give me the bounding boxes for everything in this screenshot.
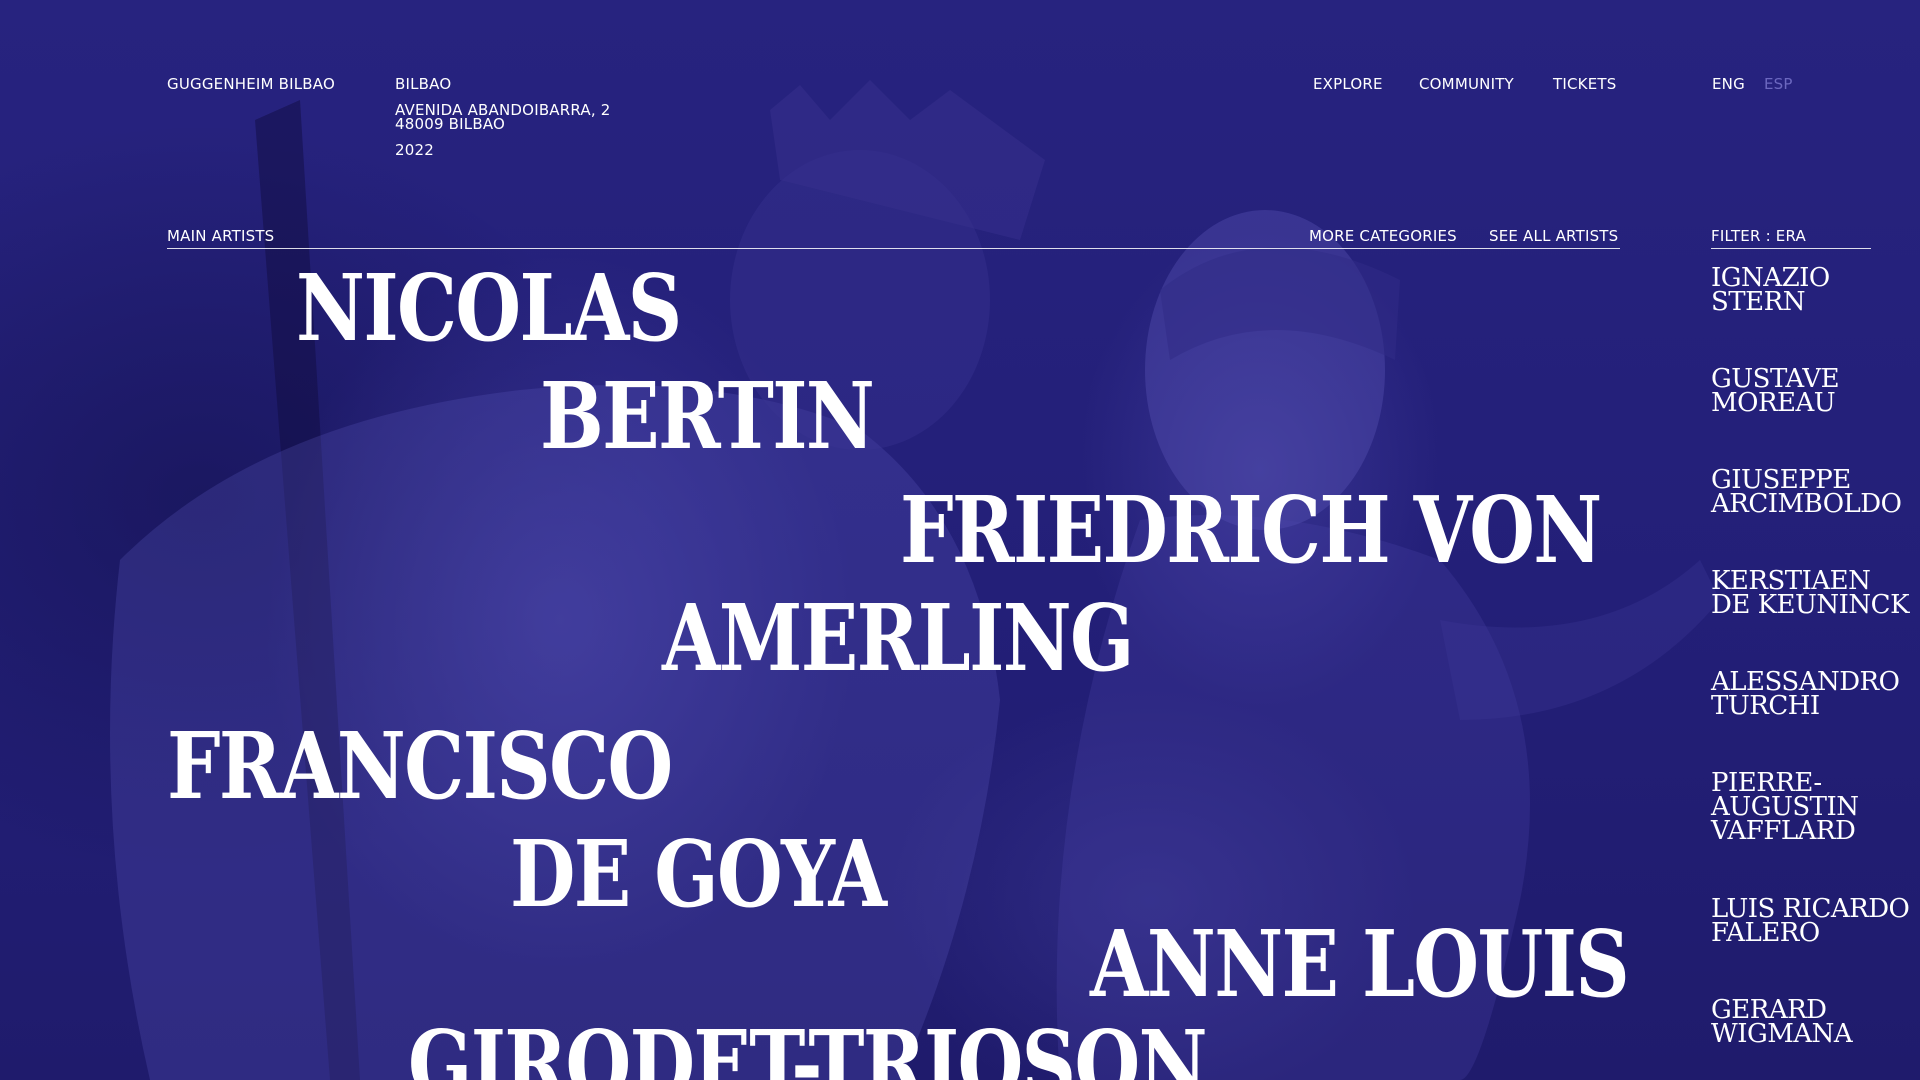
address-line-2: 48009 BILBAO bbox=[395, 115, 506, 133]
artist-name-nicolas[interactable]: NICOLAS bbox=[296, 262, 682, 354]
filter-artist-item[interactable]: LUIS RICARDO FALERO bbox=[1711, 896, 1910, 948]
language-eng[interactable]: ENG bbox=[1712, 76, 1745, 92]
filter-artist-item[interactable]: PIERRE- AUGUSTIN VAFFLARD bbox=[1711, 770, 1859, 846]
section-divider bbox=[167, 248, 1620, 249]
artist-name-friedrich-von[interactable]: FRIEDRICH VON bbox=[900, 484, 1602, 576]
nav-explore[interactable]: EXPLORE bbox=[1313, 76, 1383, 92]
filter-artist-line: MOREAU bbox=[1711, 388, 1836, 418]
filter-artist-line: ARCIMBOLDO bbox=[1711, 489, 1902, 519]
see-all-artists-link[interactable]: SEE ALL ARTISTS bbox=[1489, 228, 1618, 244]
filter-artist-line: DE KEUNINCK bbox=[1711, 590, 1910, 620]
brand-name[interactable]: GUGGENHEIM BILBAO bbox=[167, 76, 335, 92]
year-label: 2022 bbox=[395, 141, 434, 159]
filter-divider bbox=[1711, 248, 1871, 249]
artist-name-anne-louis[interactable]: ANNE LOUIS bbox=[1090, 918, 1630, 1010]
section-title-main-artists: MAIN ARTISTS bbox=[167, 227, 275, 245]
filter-artist-item[interactable]: GERARD WIGMANA bbox=[1711, 997, 1853, 1049]
filter-artist-item[interactable]: KERSTIAEN DE KEUNINCK bbox=[1711, 568, 1910, 620]
filter-artist-item[interactable]: GUSTAVE MOREAU bbox=[1711, 366, 1840, 418]
city-label: BILBAO bbox=[395, 75, 452, 93]
filter-artist-item[interactable]: IGNAZIO STERN bbox=[1711, 265, 1830, 317]
filter-artist-item[interactable]: ALESSANDRO TURCHI bbox=[1711, 669, 1900, 721]
filter-artist-line: FALERO bbox=[1711, 918, 1820, 948]
artist-name-de-goya[interactable]: DE GOYA bbox=[510, 828, 887, 920]
language-esp[interactable]: ESP bbox=[1764, 76, 1793, 92]
filter-artist-line: TURCHI bbox=[1711, 691, 1820, 721]
filter-artist-line: WIGMANA bbox=[1711, 1019, 1853, 1049]
artist-name-bertin[interactable]: BERTIN bbox=[540, 370, 875, 462]
nav-tickets[interactable]: TICKETS bbox=[1553, 76, 1616, 92]
artist-name-amerling[interactable]: AMERLING bbox=[662, 592, 1134, 684]
filter-era-label[interactable]: FILTER : ERA bbox=[1711, 228, 1806, 244]
filter-artist-line: STERN bbox=[1711, 287, 1805, 317]
artist-name-francisco[interactable]: FRANCISCO bbox=[167, 720, 673, 812]
artist-name-girodet-trioson[interactable]: GIRODET-TRIOSON bbox=[408, 1018, 1208, 1080]
more-categories-link[interactable]: MORE CATEGORIES bbox=[1309, 228, 1457, 244]
nav-community[interactable]: COMMUNITY bbox=[1419, 76, 1514, 92]
filter-artist-line: VAFFLARD bbox=[1711, 816, 1856, 846]
filter-artist-item[interactable]: GIUSEPPE ARCIMBOLDO bbox=[1711, 467, 1902, 519]
